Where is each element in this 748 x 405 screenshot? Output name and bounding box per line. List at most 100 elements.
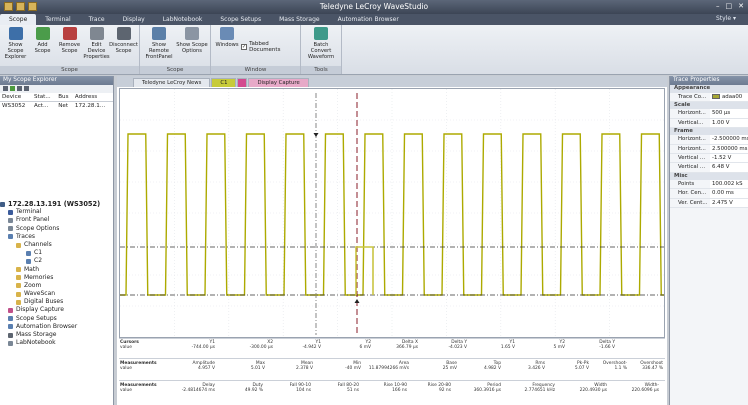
waveform-display[interactable] [119,88,665,338]
tree-root[interactable]: 172.28.13.191 (WS3052) [0,200,114,208]
property-key: Vertical ... [678,154,706,161]
style-menu[interactable]: Style ▾ [716,15,736,22]
tree-node-labnotebook[interactable]: LabNotebook [0,339,114,347]
property-value[interactable]: 6.48 V [710,163,748,172]
section-scale[interactable]: Scale [670,101,748,110]
disconnect-scope-button[interactable]: Disconnect Scope [109,27,138,65]
tree-node-c2[interactable]: C2 [0,257,114,265]
property-value[interactable]: 1.00 V [710,118,748,127]
table-row[interactable]: WS3052 Act... Net 172.28.1... [0,102,113,111]
property-row[interactable]: Horizont... -2.500000 ms [670,135,748,145]
folder-icon [16,242,21,248]
tree-node-zoom[interactable]: Zoom [0,282,114,290]
tree-node-c1[interactable]: C1 [0,249,114,257]
traces-icon [8,234,13,240]
setups-icon [8,316,13,322]
tree-node-terminal[interactable]: Terminal [0,208,114,216]
property-row[interactable]: Horizont... 2.500000 ms [670,144,748,154]
tree-node-scope-setups[interactable]: Scope Setups [0,315,114,323]
trace-color-field[interactable]: adaa00 [710,92,748,101]
property-row[interactable]: Points 100.002 kS [670,180,748,190]
property-value[interactable]: -1.52 V [710,153,748,163]
tab-display[interactable]: Display [114,14,154,25]
connect-icon[interactable] [3,86,8,91]
scope-tree: 172.28.13.191 (WS3052) Terminal Front Pa… [0,200,114,347]
tab-c1[interactable]: C1 [211,78,237,87]
tree-node-memories[interactable]: Memories [0,274,114,282]
property-key: Ver. Cent... [678,199,708,206]
edit-device-properties-label: Edit Device Properties [83,42,110,60]
tree-node-traces[interactable]: Traces [0,233,114,241]
add-scope-button[interactable]: Add Scope [29,27,56,65]
property-value[interactable]: 500 µs [710,109,748,118]
show-scope-explorer-button[interactable]: Show Scope Explorer [2,27,29,65]
tree-node-automation-browser[interactable]: Automation Browser [0,323,114,331]
property-value[interactable]: -2.500000 ms [710,135,748,144]
tree-node-mass-storage[interactable]: Mass Storage [0,331,114,339]
document-area: Teledyne LeCroy News C1 Display Capture … [117,76,667,405]
tree-node-wavescan[interactable]: WaveScan [0,290,114,298]
minimize-icon[interactable]: – [716,2,720,10]
batch-convert-button[interactable]: Batch Convert Waveform [303,27,339,65]
tab-terminal[interactable]: Terminal [36,14,79,25]
col-status[interactable]: Stat... [31,93,57,102]
property-value[interactable]: 100.002 kS [710,180,748,189]
edit-device-properties-button[interactable]: Edit Device Properties [83,27,110,65]
property-row[interactable]: Ver. Cent... 2.475 V [670,198,748,208]
property-row[interactable]: Trace Co... adaa00 [670,92,748,102]
windows-button[interactable]: Windows [213,27,241,65]
tree-node-channels[interactable]: Channels [0,241,114,249]
window-title: Teledyne LeCroy WaveStudio [319,2,429,11]
tab-labnotebook[interactable]: LabNotebook [154,14,212,25]
property-value[interactable]: 0.00 ms [710,189,748,198]
cursor-marker-top-icon [313,133,319,137]
show-scope-explorer-label: Show Scope Explorer [4,42,27,60]
tree-node-front-panel[interactable]: Front Panel [0,216,114,224]
section-appearance[interactable]: Appearance [670,85,748,93]
channel-icon [26,250,31,256]
property-value[interactable]: 2.475 V [710,198,748,207]
cursor-cell: Delta X 366.79 µs [362,340,418,350]
property-row[interactable]: Vertical... 1.00 V [670,118,748,128]
scope-explorer-icon [8,27,23,40]
tabbed-documents-checkbox[interactable]: ✓ Tabbed Documents [241,27,298,65]
remove-scope-label: Remove Scope [58,42,81,54]
tab-pink-trace[interactable] [237,78,248,87]
property-row[interactable]: Hor. Cen... 0.00 ms [670,189,748,199]
maximize-icon[interactable]: □ [726,2,733,10]
property-key: Hor. Cen... [678,190,707,197]
col-device[interactable]: Device [0,93,32,102]
tools-group-label: Tools [301,66,341,74]
tab-scope-setups[interactable]: Scope Setups [211,14,270,25]
tab-scope[interactable]: Scope [0,14,37,25]
show-scope-options-button[interactable]: Show Scope Options [176,27,208,65]
property-row[interactable]: Vertical ... 6.48 V [670,163,748,173]
close-icon[interactable]: ✕ [738,2,744,10]
tree-node-scope-options[interactable]: Scope Options [0,225,114,233]
tab-mass-storage[interactable]: Mass Storage [270,14,329,25]
tab-teledyne-news[interactable]: Teledyne LeCroy News [133,78,211,87]
show-remote-frontpanel-button[interactable]: Show Remote FrontPanel [142,27,176,65]
measurement-row-1: Measurements value Amplitude 4.957 V Max 5.… [119,361,665,375]
col-address[interactable]: Address [72,93,113,102]
remove-scope-button[interactable]: Remove Scope [56,27,83,65]
col-bus[interactable]: Bus [56,93,73,102]
remove-icon[interactable] [17,86,22,91]
tab-display-capture[interactable]: Display Capture [248,78,309,87]
section-frame[interactable]: Frame [670,127,748,136]
tree-node-digital-buses[interactable]: Digital Buses [0,298,114,306]
add-icon[interactable] [10,86,15,91]
refresh-icon[interactable] [24,86,29,91]
tab-trace[interactable]: Trace [80,14,114,25]
property-value[interactable]: 2.500000 ms [710,144,748,153]
tree-node-math[interactable]: Math [0,266,114,274]
cursor-cell-value: -1.66 V [599,345,615,350]
disconnect-icon [116,27,131,40]
property-row[interactable]: Horizont... 500 µs [670,109,748,119]
section-misc[interactable]: Misc [670,172,748,181]
tab-automation-browser[interactable]: Automation Browser [329,14,408,25]
property-row[interactable]: Vertical ... -1.52 V [670,153,748,164]
window-controls: – □ ✕ [716,2,744,10]
tree-node-label: C1 [34,249,43,257]
tree-node-display-capture[interactable]: Display Capture [0,306,114,314]
